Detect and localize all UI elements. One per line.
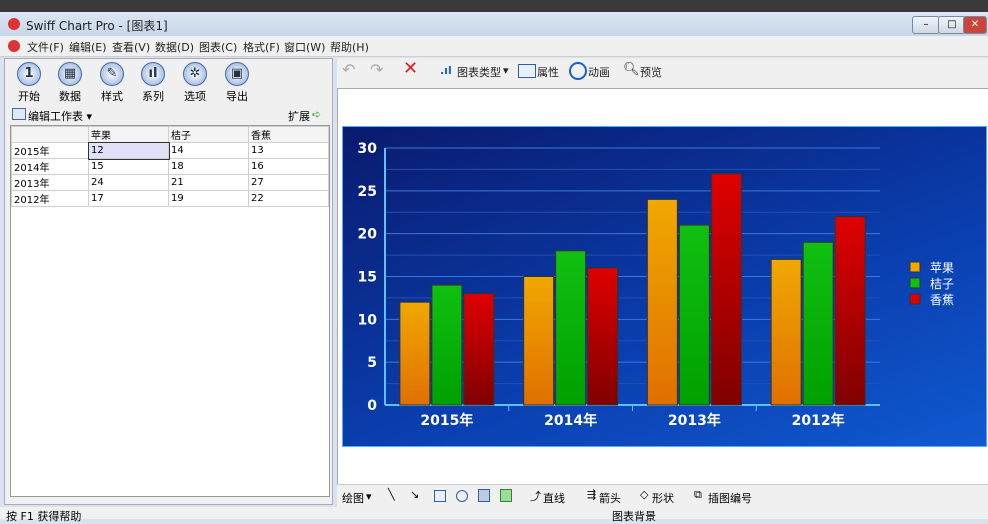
shape-icon: ◇ [640, 488, 649, 501]
y-tick-label: 25 [358, 184, 377, 200]
bar-香蕉 [587, 267, 619, 406]
ellipse-tool-icon[interactable] [456, 490, 468, 502]
legend-swatch [909, 261, 921, 273]
y-tick-label: 5 [367, 355, 377, 371]
bar-桔子 [555, 250, 587, 406]
line-menu[interactable]: 直线 [543, 490, 565, 506]
line-tool-icon[interactable]: ╲ [388, 488, 395, 501]
status-help: 按 F1 获得帮助 [6, 510, 82, 523]
bar-chart: 0 5 10 15 20 25 30 2015年 2014年 2013年 2012年 苹果桔子香蕉 [358, 141, 955, 429]
rectangle-tool-icon[interactable] [434, 490, 446, 502]
bar-桔子 [802, 241, 834, 406]
y-tick-label: 0 [367, 398, 377, 414]
x-tick-label: 2012年 [792, 412, 845, 429]
bar-苹果 [399, 301, 431, 406]
chevron-down-icon[interactable]: ▾ [366, 490, 372, 503]
y-tick-label: 10 [358, 312, 378, 328]
bar-桔子 [678, 224, 710, 406]
bar-香蕉 [463, 293, 495, 406]
arrow-icon: ⇶ [587, 488, 597, 501]
y-tick-label: 20 [358, 227, 378, 243]
bar-苹果 [646, 198, 678, 406]
arrow-menu[interactable]: 箭头 [599, 490, 621, 506]
legend-label: 苹果 [930, 261, 954, 275]
line-icon: ⤴ [530, 490, 541, 503]
callout-menu[interactable]: 插图编号 [708, 490, 752, 506]
y-tick-label: 30 [358, 141, 378, 157]
bar-苹果 [523, 276, 555, 406]
bar-桔子 [431, 284, 463, 406]
draw-menu[interactable]: 绘图 [342, 490, 364, 506]
bar-香蕉 [710, 173, 742, 406]
arrow-tool-icon[interactable]: ↘ [410, 488, 419, 501]
status-selection: 图表背景 [612, 510, 656, 523]
x-tick-label: 2015年 [420, 412, 473, 429]
callout-icon: ⧉ [694, 488, 702, 501]
textbox-tool-icon[interactable] [478, 489, 490, 502]
x-tick-label: 2014年 [544, 412, 597, 429]
bar-苹果 [770, 258, 802, 406]
y-tick-label: 15 [358, 270, 377, 286]
legend-label: 桔子 [930, 277, 954, 291]
status-bar [0, 507, 988, 519]
x-tick-label: 2013年 [668, 412, 721, 429]
image-tool-icon[interactable] [500, 489, 512, 502]
bar-香蕉 [834, 216, 866, 406]
legend-label: 香蕉 [930, 293, 954, 307]
legend-swatch [909, 293, 921, 305]
legend-swatch [909, 277, 921, 289]
shape-menu[interactable]: 形状 [652, 490, 674, 506]
